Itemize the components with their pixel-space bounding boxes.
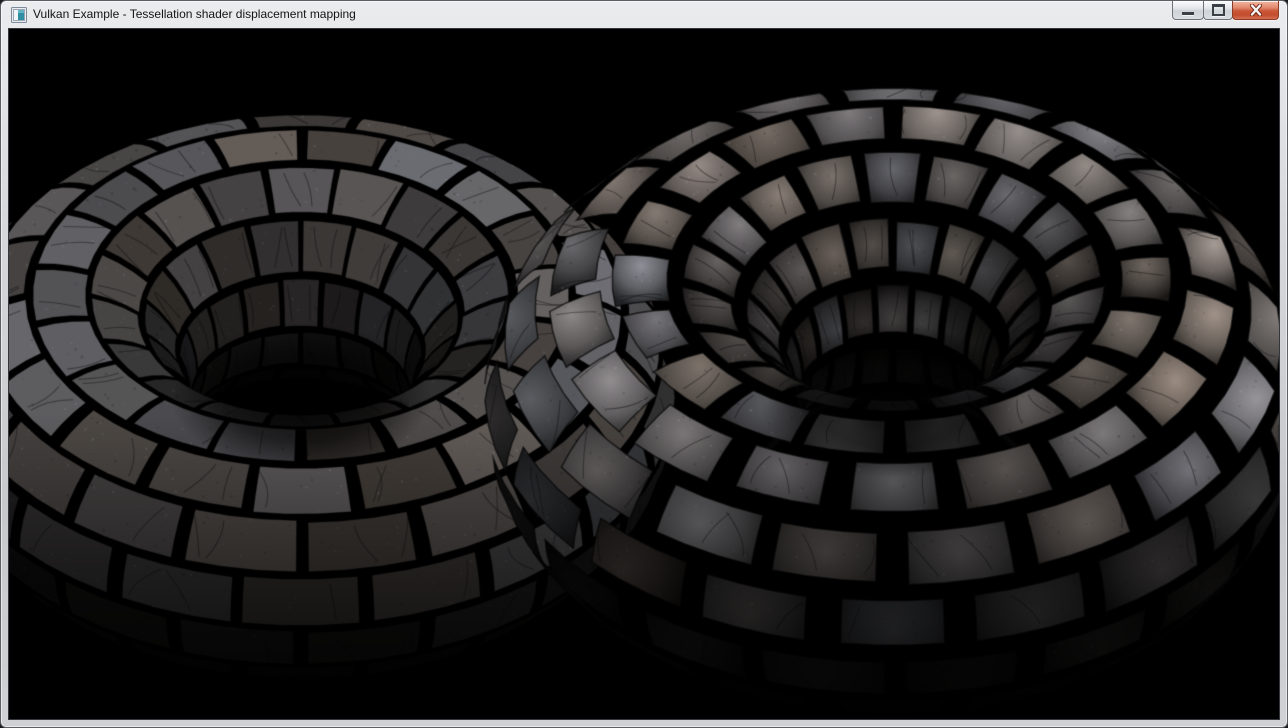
render-canvas[interactable] xyxy=(9,29,1279,719)
window-controls xyxy=(1173,1,1279,21)
title-bar[interactable]: Vulkan Example - Tessellation shader dis… xyxy=(1,1,1287,28)
vulkan-viewport[interactable] xyxy=(8,28,1280,720)
minimize-button[interactable] xyxy=(1172,1,1204,20)
screen: Vulkan Example - Tessellation shader dis… xyxy=(0,0,1288,728)
close-icon xyxy=(1249,4,1263,16)
maximize-icon xyxy=(1212,4,1225,16)
app-icon[interactable] xyxy=(11,7,27,23)
maximize-button[interactable] xyxy=(1203,1,1233,20)
minimize-icon xyxy=(1182,12,1194,15)
close-button[interactable] xyxy=(1232,1,1279,20)
window: Vulkan Example - Tessellation shader dis… xyxy=(0,0,1288,728)
window-title: Vulkan Example - Tessellation shader dis… xyxy=(33,1,356,28)
